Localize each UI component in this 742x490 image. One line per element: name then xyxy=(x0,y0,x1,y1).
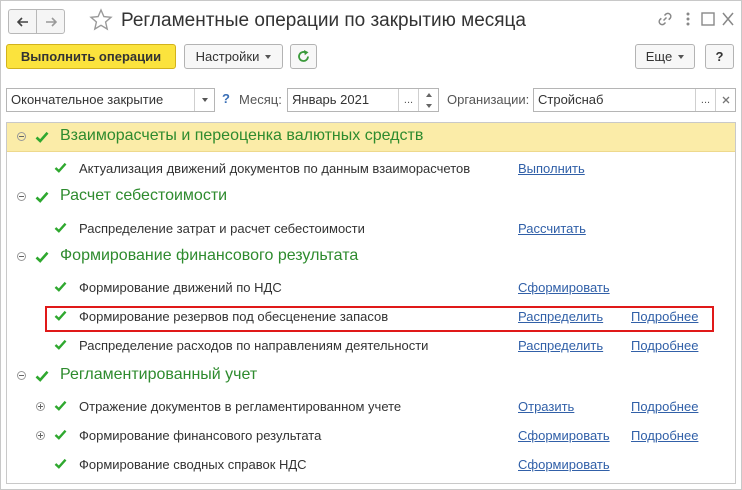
help-label: ? xyxy=(715,49,724,64)
ellipsis-icon: ... xyxy=(403,94,414,106)
month-value: Январь 2021 xyxy=(292,92,370,107)
group-label: Регламентированный учет xyxy=(60,366,258,383)
more-vertical-icon[interactable] xyxy=(685,10,691,28)
group-row-currency[interactable]: Взаиморасчеты и переоценка валютных сред… xyxy=(7,123,735,152)
checkmark-icon xyxy=(35,131,49,143)
settings-label: Настройки xyxy=(195,49,260,64)
checkmark-icon xyxy=(54,281,67,292)
group-row-cost[interactable]: Расчет себестоимости xyxy=(7,183,735,211)
checkmark-icon xyxy=(54,429,67,440)
stepper-down-icon[interactable] xyxy=(419,100,438,111)
operation-label: Отражение документов в регламентированно… xyxy=(79,399,402,414)
run-operations-button[interactable]: Выполнить операции xyxy=(6,44,176,69)
expand-icon[interactable] xyxy=(36,402,45,411)
refresh-button[interactable] xyxy=(290,44,317,69)
operation-action-link[interactable]: Распределить xyxy=(518,338,603,353)
group-row-financial-result[interactable]: Формирование финансового результата xyxy=(7,243,735,271)
operation-row[interactable]: Формирование финансового результата Сфор… xyxy=(7,426,735,446)
operation-action-link[interactable]: Выполнить xyxy=(518,161,585,176)
highlight-frame xyxy=(45,306,714,332)
group-label: Формирование финансового результата xyxy=(60,247,359,264)
close-icon[interactable] xyxy=(720,10,736,28)
back-button[interactable] xyxy=(8,9,37,34)
arrow-right-icon xyxy=(45,16,57,27)
checkmark-icon xyxy=(35,191,49,203)
organization-field[interactable]: Стройснаб ... xyxy=(533,88,736,112)
collapse-icon[interactable] xyxy=(17,192,26,201)
operation-action-link[interactable]: Отразить xyxy=(518,399,574,414)
more-dropdown-button[interactable]: Еще xyxy=(635,44,695,69)
refresh-icon xyxy=(298,50,309,62)
operation-row[interactable]: Распределение затрат и расчет себестоимо… xyxy=(7,219,735,239)
checkmark-icon xyxy=(54,222,67,233)
checkmark-icon xyxy=(54,339,67,350)
operation-label: Формирование финансового результата xyxy=(79,428,322,443)
operation-label: Формирование сводных справок НДС xyxy=(79,457,307,472)
settings-dropdown-button[interactable]: Настройки xyxy=(184,44,283,69)
collapse-icon[interactable] xyxy=(17,132,26,141)
checkmark-icon xyxy=(35,251,49,263)
checkmark-icon xyxy=(54,162,67,173)
form-window: Регламентные операции по закрытию месяца… xyxy=(0,0,742,490)
arrow-left-icon xyxy=(16,16,28,27)
link-icon[interactable] xyxy=(656,10,674,28)
month-field[interactable]: Январь 2021 ... xyxy=(287,88,439,112)
page-title: Регламентные операции по закрытию месяца xyxy=(121,10,526,31)
checkmark-icon xyxy=(54,400,67,411)
chevron-down-icon xyxy=(201,98,208,102)
expand-icon[interactable] xyxy=(36,431,45,440)
month-label: Месяц: xyxy=(239,92,282,107)
favorite-star-icon[interactable] xyxy=(89,8,113,32)
operation-label: Распределение затрат и расчет себестоимо… xyxy=(79,221,365,236)
checkmark-icon xyxy=(35,370,49,382)
operation-row[interactable]: Отражение документов в регламентированно… xyxy=(7,397,735,417)
operation-row[interactable]: Формирование сводных справок НДС Сформир… xyxy=(7,455,735,475)
operation-details-link[interactable]: Подробнее xyxy=(631,428,698,443)
forward-button[interactable] xyxy=(36,9,65,34)
closing-mode-value: Окончательное закрытие xyxy=(11,92,164,107)
operations-list: Взаиморасчеты и переоценка валютных сред… xyxy=(6,122,736,484)
month-select-button[interactable]: ... xyxy=(398,89,418,111)
run-operations-label: Выполнить операции xyxy=(20,49,162,64)
stepper-up-icon[interactable] xyxy=(419,89,438,100)
operation-label: Распределение расходов по направлениям д… xyxy=(79,338,429,353)
operation-row[interactable]: Формирование движений по НДС Сформироват… xyxy=(7,278,735,298)
operation-details-link[interactable]: Подробнее xyxy=(631,399,698,414)
clear-icon xyxy=(722,96,729,104)
closing-mode-dropdown-button[interactable] xyxy=(194,89,214,111)
chevron-down-icon xyxy=(678,54,685,59)
operation-row[interactable]: Распределение расходов по направлениям д… xyxy=(7,336,735,356)
operation-action-link[interactable]: Сформировать xyxy=(518,457,610,472)
checkmark-icon xyxy=(54,458,67,469)
operation-row[interactable]: Актуализация движений документов по данн… xyxy=(7,159,735,179)
organization-select-button[interactable]: ... xyxy=(695,89,715,111)
closing-mode-select[interactable]: Окончательное закрытие xyxy=(6,88,215,112)
maximize-icon[interactable] xyxy=(700,10,716,28)
organization-label: Организации: xyxy=(447,92,530,107)
organization-clear-button[interactable] xyxy=(715,89,735,111)
chevron-down-icon xyxy=(265,54,272,59)
mode-help-link[interactable]: ? xyxy=(222,91,230,106)
organization-value: Стройснаб xyxy=(538,92,604,107)
group-label: Расчет себестоимости xyxy=(60,187,228,204)
ellipsis-icon: ... xyxy=(700,94,711,106)
group-row-regulated-accounting[interactable]: Регламентированный учет xyxy=(7,362,735,390)
operation-action-link[interactable]: Рассчитать xyxy=(518,221,586,236)
collapse-icon[interactable] xyxy=(17,371,26,380)
month-stepper[interactable] xyxy=(418,89,438,111)
operation-label: Формирование движений по НДС xyxy=(79,280,282,295)
operation-action-link[interactable]: Сформировать xyxy=(518,280,610,295)
help-button[interactable]: ? xyxy=(705,44,734,69)
collapse-icon[interactable] xyxy=(17,252,26,261)
operation-label: Актуализация движений документов по данн… xyxy=(79,161,471,176)
more-label: Еще xyxy=(645,49,673,64)
operation-details-link[interactable]: Подробнее xyxy=(631,338,698,353)
operation-action-link[interactable]: Сформировать xyxy=(518,428,610,443)
group-label: Взаиморасчеты и переоценка валютных сред… xyxy=(60,127,424,144)
